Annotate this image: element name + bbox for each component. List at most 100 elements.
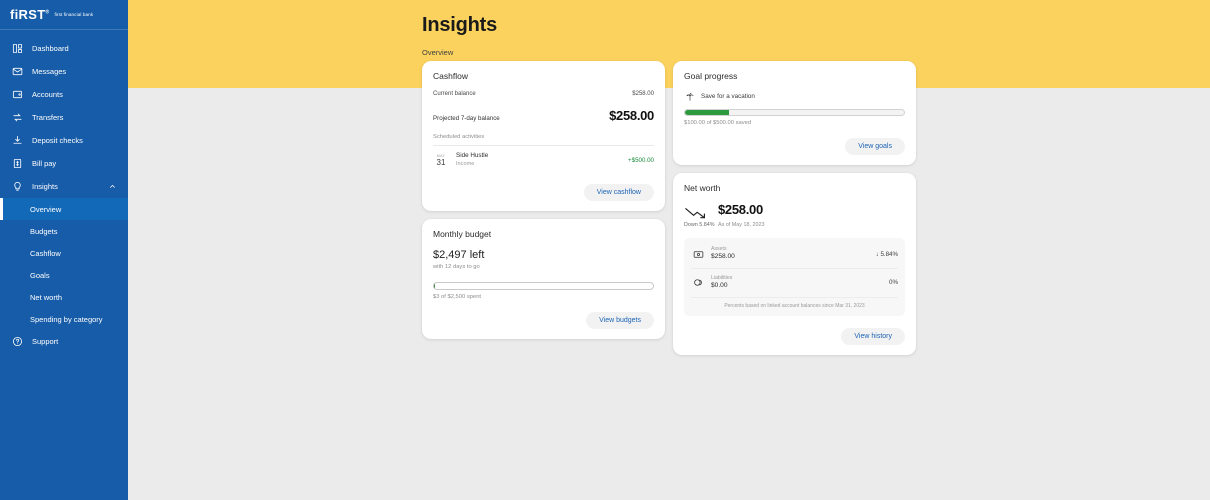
liabilities-row: Liabilities $0.00 0% [691,269,898,298]
net-worth-summary: Down 5.84% $258.00 As of May 18, 2023 [684,202,905,229]
sidebar-item-transfers[interactable]: Transfers [0,106,128,129]
assets-percent: ↓ 5.84% [875,250,898,258]
wallet-icon [11,88,24,101]
app-root: fiRST® first financial bank Dashboard Me… [0,0,1210,500]
liabilities-text: Liabilities $0.00 [711,275,889,291]
cashflow-card: Cashflow Current balance $258.00 Project… [422,61,665,211]
budget-actions: View budgets [433,312,654,330]
sidebar-item-label: Accounts [32,89,63,99]
net-worth-trend-label: Down 5.84% [684,222,715,228]
cashflow-card-title: Cashflow [433,71,468,81]
sidebar-item-accounts[interactable]: Accounts [0,83,128,106]
current-balance-label: Current balance [433,91,476,97]
net-worth-as-of: As of May 18, 2023 [718,222,765,229]
monthly-budget-card: Monthly budget $2,497 left with 12 days … [422,219,665,340]
liabilities-label: Liabilities [711,274,733,281]
scheduled-activity-row[interactable]: MAY 31 Side Hustle Income +$500.00 [433,146,654,172]
goal-name: Save for a vacation [701,93,755,100]
budget-remaining-amount: $2,497 left [433,249,485,261]
logo-trademark: ® [45,9,50,16]
sidebar-item-cashflow[interactable]: Cashflow [0,242,128,264]
goal-row: Save for a vacation [684,91,905,102]
assets-row: Assets $258.00 ↓ 5.84% [691,240,898,269]
sidebar-subitem-label: Budgets [30,226,58,236]
activity-date-badge: MAY 31 [433,154,449,168]
view-budgets-button[interactable]: View budgets [586,312,654,330]
sidebar-subitem-label: Overview [30,204,62,214]
brand-logo[interactable]: fiRST® first financial bank [0,0,128,30]
cards-grid: Cashflow Current balance $258.00 Project… [422,61,916,355]
activity-amount: +$500.00 [628,157,654,164]
sidebar-item-insights[interactable]: Insights [0,175,128,198]
goal-progress-card: Goal progress Save for a vacation $100.0… [673,61,916,165]
budget-days-to-go: with 12 days to go [433,264,480,271]
left-column: Cashflow Current balance $258.00 Project… [422,61,665,340]
assets-value: $258.00 [711,253,735,261]
lightbulb-icon [11,180,24,193]
goal-progress-fill [685,110,729,115]
budget-progress-bar [433,282,654,291]
projected-balance-row: Projected 7-day balance $258.00 [433,108,654,123]
dashboard-icon [11,42,24,55]
envelope-icon [11,65,24,78]
sidebar-item-bill-pay[interactable]: Bill pay [0,152,128,175]
current-balance-row: Current balance $258.00 [433,91,654,97]
net-worth-breakdown: Assets $258.00 ↓ 5.84% Liabilities $0.00… [684,238,905,316]
main-navigation: Dashboard Messages Accounts Transfers De… [0,30,128,353]
projected-balance-label: Projected 7-day balance [433,115,500,122]
net-worth-actions: View history [684,327,905,345]
sidebar-subitem-label: Spending by category [30,314,103,324]
logo-wordmark: fiRST® [10,7,50,22]
transfer-arrows-icon [11,111,24,124]
sidebar-item-label: Transfers [32,112,64,122]
net-worth-amount: $258.00 [718,202,763,217]
assets-label: Assets [711,246,727,253]
main-content: Insights Overview Cashflow Current balan… [128,0,1210,500]
sidebar-item-budgets[interactable]: Budgets [0,220,128,242]
sidebar-subitem-label: Goals [30,270,50,280]
deposit-icon [11,134,24,147]
liabilities-percent: 0% [889,279,898,287]
sidebar-subitem-label: Net worth [30,292,63,302]
sidebar-item-goals[interactable]: Goals [0,264,128,286]
right-column: Goal progress Save for a vacation $100.0… [673,61,916,355]
view-history-button[interactable]: View history [841,327,905,345]
scheduled-activities-label: Scheduled activities [433,134,485,140]
sidebar-item-overview[interactable]: Overview [0,198,128,220]
sidebar-item-messages[interactable]: Messages [0,60,128,83]
breadcrumb: Overview [422,48,454,57]
activity-type: Income [456,161,475,168]
sidebar-item-deposit-checks[interactable]: Deposit checks [0,129,128,152]
view-cashflow-button[interactable]: View cashflow [583,184,654,201]
sidebar-subitem-label: Cashflow [30,248,61,258]
current-balance-value: $258.00 [632,91,654,97]
sidebar-item-label: Insights [32,181,58,191]
chevron-up-icon[interactable] [109,183,116,190]
sidebar-item-label: Support [32,336,59,346]
sidebar-item-net-worth[interactable]: Net worth [0,286,128,308]
help-circle-icon [11,335,24,348]
palm-tree-icon [684,91,695,102]
sidebar-item-spending-by-category[interactable]: Spending by category [0,308,128,330]
liabilities-value: $0.00 [711,281,728,289]
page-title: Insights [422,14,498,36]
view-goals-button[interactable]: View goals [845,138,905,155]
net-worth-value-block: $258.00 As of May 18, 2023 [718,202,765,229]
goal-progress-bar [684,109,905,116]
logo-subtitle: first financial bank [54,12,94,17]
net-worth-trend: Down 5.84% [684,203,715,228]
sidebar-item-label: Messages [32,66,67,76]
sidebar-item-label: Deposit checks [32,135,83,145]
monthly-budget-card-title: Monthly budget [433,229,492,239]
trend-down-arrow-icon [684,206,710,221]
projected-balance-value: $258.00 [609,108,654,123]
activity-day: 31 [436,158,446,168]
assets-text: Assets $258.00 [711,246,876,262]
activity-details: Side Hustle Income [456,152,628,169]
activity-name: Side Hustle [456,152,489,159]
cashflow-actions: View cashflow [433,184,654,201]
coins-icon [691,277,705,288]
net-worth-card-title: Net worth [684,183,721,193]
sidebar-item-dashboard[interactable]: Dashboard [0,37,128,60]
sidebar-item-support[interactable]: Support [0,330,128,353]
